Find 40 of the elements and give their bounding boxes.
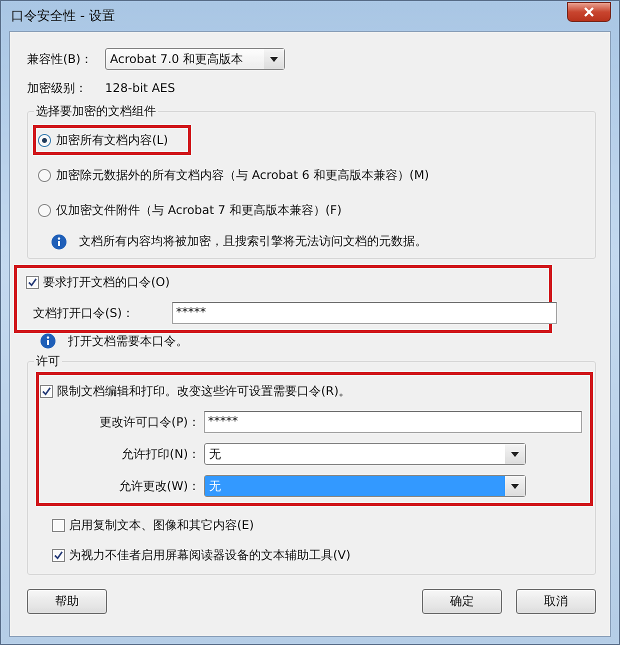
cancel-button[interactable]: 取消 — [516, 589, 596, 614]
info-icon — [40, 333, 56, 349]
checkbox[interactable] — [40, 384, 53, 398]
caret-icon — [511, 484, 519, 488]
help-button[interactable]: 帮助 — [27, 589, 107, 614]
option-label: 加密所有文档内容(L) — [56, 132, 168, 148]
caret-icon — [270, 56, 278, 62]
checkbox-label: 限制文档编辑和打印。改变这些许可设置需要口令(R)。 — [57, 382, 351, 400]
encryption-level-value: 128-bit AES — [105, 81, 176, 95]
caret-icon — [511, 452, 519, 456]
field-label: 允许打印(N)： — [120, 446, 201, 462]
password-field[interactable]: ***** — [172, 302, 557, 324]
checkbox[interactable] — [52, 548, 65, 562]
checkbox[interactable] — [52, 518, 65, 532]
password-field[interactable]: ***** — [204, 411, 582, 433]
close-icon — [584, 7, 594, 17]
ok-button[interactable]: 确定 — [422, 589, 502, 614]
field-label: 更改许可口令(P)： — [98, 414, 201, 430]
window-title: 口令安全性 - 设置 — [10, 8, 115, 25]
radio-button[interactable] — [38, 134, 51, 146]
option-label: 仅加密文件附件（与 Acrobat 7 和更高版本兼容）(F) — [56, 202, 342, 218]
group-title: 许可 — [35, 353, 61, 370]
field-label: 允许更改(W)： — [118, 478, 201, 494]
group-title: 选择要加密的文档组件 — [35, 103, 157, 120]
close-button[interactable] — [567, 2, 611, 22]
checkbox-label: 启用复制文本、图像和其它内容(E) — [69, 516, 254, 534]
compatibility-dropdown[interactable]: Acrobat 7.0 和更高版本 — [105, 48, 285, 70]
option-label: 加密除元数据外的所有文档内容（与 Acrobat 6 和更高版本兼容）(M) — [56, 166, 430, 184]
info-icon — [51, 234, 67, 250]
checkbox[interactable] — [26, 276, 39, 288]
field-label: 兼容性(B)： — [27, 50, 94, 68]
dropdown[interactable]: 无 — [204, 443, 526, 465]
field-label: 加密级别： — [27, 80, 88, 96]
radio-button[interactable] — [38, 204, 51, 216]
info-text: 打开文档需要本口令。 — [68, 332, 188, 350]
radio-button[interactable] — [38, 168, 51, 182]
info-text: 文档所有内容均将被加密，且搜索引擎将无法访问文档的元数据。 — [79, 233, 427, 250]
checkbox-label: 要求打开文档的口令(O) — [43, 274, 170, 290]
field-label: 文档打开口令(S)： — [32, 304, 135, 322]
checkbox-label: 为视力不佳者启用屏幕阅读器设备的文本辅助工具(V) — [69, 546, 351, 564]
